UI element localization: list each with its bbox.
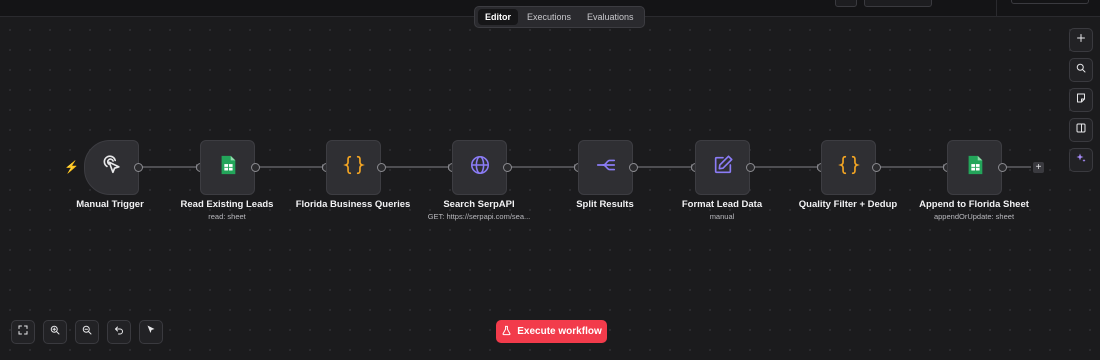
node-subtitle: GET: https://serpapi.com/sea... [427, 212, 531, 221]
node-subtitle: manual [709, 212, 735, 221]
pointer-tool-button[interactable] [139, 320, 163, 344]
node-subtitle: read: sheet [208, 212, 246, 221]
add-node-panel-button[interactable] [1069, 28, 1093, 52]
undo-button[interactable] [107, 320, 131, 344]
undo-icon [113, 323, 125, 341]
node-split-results[interactable] [578, 140, 633, 195]
globe-icon [469, 154, 491, 181]
node-subtitle: appendOrUpdate: sheet [933, 212, 1015, 221]
flask-icon [501, 325, 512, 339]
output-handle[interactable] [251, 163, 260, 172]
panel-toggle-icon [1075, 121, 1087, 139]
sticky-note-icon [1075, 91, 1087, 109]
split-icon [595, 154, 617, 181]
fit-view-icon [17, 323, 29, 341]
node-format-lead-data[interactable] [695, 140, 750, 195]
zoom-in-icon [49, 323, 61, 341]
node-search-serpapi[interactable] [452, 140, 507, 195]
output-handle[interactable] [872, 163, 881, 172]
panel-toggle-button[interactable] [1069, 118, 1093, 142]
output-handle[interactable] [503, 163, 512, 172]
zoom-out-button[interactable] [75, 320, 99, 344]
output-handle[interactable] [377, 163, 386, 172]
node-read-existing-leads[interactable] [200, 140, 255, 195]
ai-sparkle-icon [1075, 151, 1087, 169]
bottom-toolbar [11, 320, 163, 344]
node-manual-trigger[interactable] [84, 140, 139, 195]
execute-workflow-label: Execute workflow [517, 326, 602, 337]
search-icon [1075, 61, 1087, 79]
sticky-note-button[interactable] [1069, 88, 1093, 112]
add-node-button[interactable]: + [1033, 162, 1044, 173]
google-sheets-icon [964, 154, 986, 181]
code-braces-icon [342, 154, 365, 181]
output-handle[interactable] [629, 163, 638, 172]
node-florida-business-queries[interactable] [326, 140, 381, 195]
node-append-to-florida-sheet[interactable] [947, 140, 1002, 195]
google-sheets-icon [217, 154, 239, 181]
zoom-out-icon [81, 323, 93, 341]
fit-view-button[interactable] [11, 320, 35, 344]
connections-layer [141, 164, 1031, 170]
output-handle[interactable] [746, 163, 755, 172]
trigger-bolt-icon: ⚡ [64, 160, 79, 174]
output-handle[interactable] [134, 163, 143, 172]
pointer-click-icon [101, 154, 123, 181]
zoom-in-button[interactable] [43, 320, 67, 344]
execute-workflow-button[interactable]: Execute workflow [496, 320, 607, 343]
right-toolbar [1069, 28, 1093, 172]
ai-assistant-button[interactable] [1069, 148, 1093, 172]
output-handle[interactable] [998, 163, 1007, 172]
search-button[interactable] [1069, 58, 1093, 82]
code-braces-icon [837, 154, 860, 181]
pointer-tool-icon [145, 323, 157, 341]
node-quality-filter-dedup[interactable] [821, 140, 876, 195]
zoom-in-plus-icon [1075, 31, 1087, 49]
edit-pencil-icon [712, 154, 734, 181]
node-label: Append to Florida Sheet [919, 199, 1029, 210]
